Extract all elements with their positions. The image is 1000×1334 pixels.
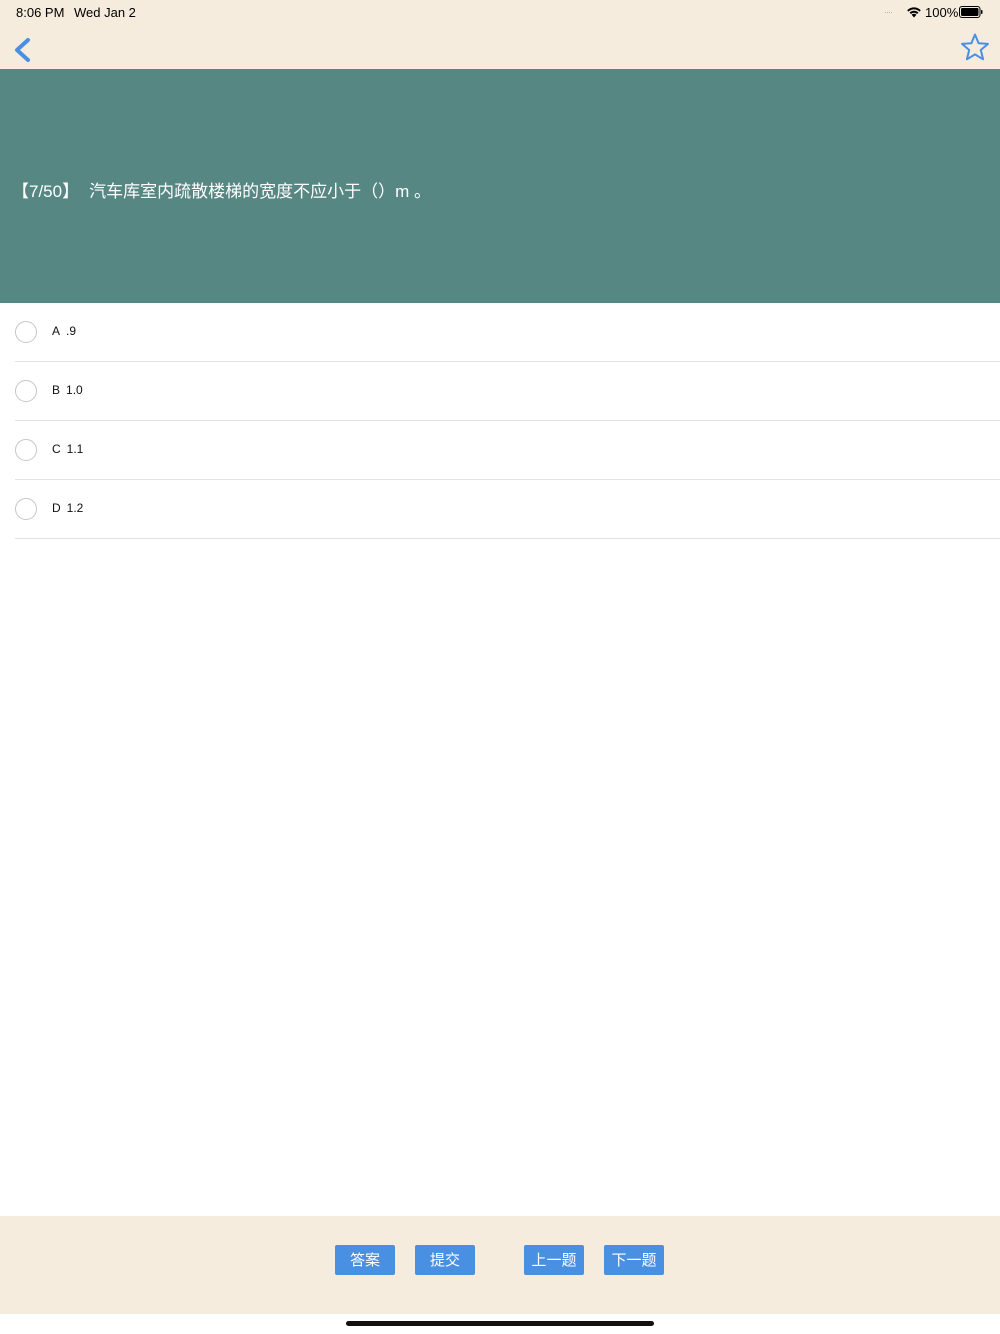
option-letter: A xyxy=(52,324,61,338)
radio-button-icon[interactable] xyxy=(15,439,37,461)
option-label: B 1.0 xyxy=(52,383,83,397)
option-a[interactable]: A .9 xyxy=(15,303,1000,362)
navigation-bar xyxy=(0,24,1000,69)
status-bar: 8:06 PM Wed Jan 2 ···· 100% xyxy=(0,0,1000,24)
answer-options-list: A .9 B 1.0 C 1.1 D 1.2 xyxy=(0,303,1000,539)
wifi-icon xyxy=(907,7,921,18)
submit-button[interactable]: 提交 xyxy=(415,1245,475,1275)
question-number: 【7/50】 xyxy=(12,182,80,201)
radio-button-icon[interactable] xyxy=(15,380,37,402)
next-question-button[interactable]: 下一题 xyxy=(604,1245,664,1275)
question-text: 【7/50】 汽车库室内疏散楼梯的宽度不应小于（）m 。 xyxy=(12,177,431,202)
back-icon[interactable] xyxy=(10,36,36,64)
option-d[interactable]: D 1.2 xyxy=(15,480,1000,539)
option-label: D 1.2 xyxy=(52,501,83,515)
battery-icon xyxy=(959,6,983,18)
status-date: Wed Jan 2 xyxy=(74,5,136,20)
question-stem: 汽车库室内疏散楼梯的宽度不应小于（）m 。 xyxy=(89,182,431,201)
option-letter: D xyxy=(52,501,61,515)
option-value: 1.0 xyxy=(66,383,83,397)
radio-button-icon[interactable] xyxy=(15,321,37,343)
option-value: 1.2 xyxy=(66,501,84,515)
radio-button-icon[interactable] xyxy=(15,498,37,520)
option-value: .9 xyxy=(66,324,77,338)
previous-question-button[interactable]: 上一题 xyxy=(524,1245,584,1275)
cellular-signal-icon: ···· xyxy=(884,7,893,17)
bottom-toolbar: 答案 提交 上一题 下一题 xyxy=(0,1216,1000,1314)
option-label: A .9 xyxy=(52,324,76,338)
show-answer-button[interactable]: 答案 xyxy=(335,1245,395,1275)
option-value: 1.1 xyxy=(66,442,84,456)
option-letter: B xyxy=(52,383,61,397)
question-panel: 【7/50】 汽车库室内疏散楼梯的宽度不应小于（）m 。 xyxy=(0,69,1000,303)
option-letter: C xyxy=(52,442,61,456)
status-time: 8:06 PM xyxy=(16,5,65,20)
option-b[interactable]: B 1.0 xyxy=(15,362,1000,421)
favorite-star-icon[interactable] xyxy=(959,32,991,64)
battery-percent: 100% xyxy=(925,5,959,20)
home-indicator[interactable] xyxy=(346,1321,654,1326)
option-c[interactable]: C 1.1 xyxy=(15,421,1000,480)
option-label: C 1.1 xyxy=(52,442,83,456)
